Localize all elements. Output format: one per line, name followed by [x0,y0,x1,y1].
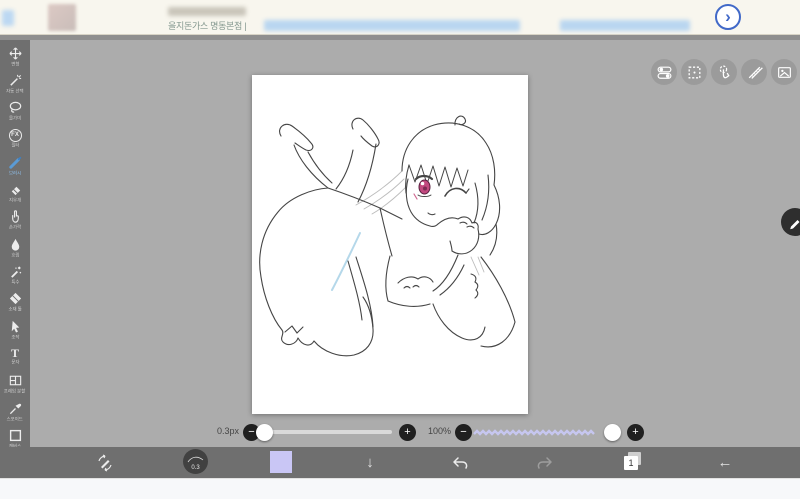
redo-button[interactable] [533,447,557,478]
cursor-arrow-icon [8,319,23,334]
zoom-minus-button[interactable]: − [455,424,472,441]
undo-icon [450,455,470,471]
tool-auto-select[interactable]: 자동 선택 [0,71,30,98]
notification-text: 을지돈가스 명동본점 | [168,19,246,32]
dashed-grid-icon [686,64,703,81]
brush-eraser-toggle-button[interactable] [93,447,117,478]
divider [0,35,800,40]
brush-preview-button[interactable]: 0.3 [183,449,208,474]
blur-drop-icon [8,237,23,252]
back-button[interactable]: ← [713,447,737,478]
tool-eraser[interactable]: 지우개 [0,180,30,207]
ruler-button[interactable] [741,59,767,85]
app-screen: 을지돈가스 명동본점 | › [0,0,800,499]
notification-bar[interactable]: 을지돈가스 명동본점 | › [0,0,800,35]
brush-size-handle[interactable] [256,424,273,441]
tool-lasso[interactable]: 올가미 [0,99,30,126]
tool-palette: 변형 자동 선택 올가미 FX 필터 브러시 지우개 손가락 흐림 [0,40,30,478]
tool-operate[interactable]: 조작 [0,317,30,344]
special-pen-icon [8,264,23,279]
image-icon [776,64,793,81]
system-taskbar [0,478,800,499]
tool-text[interactable]: T 문자 [0,344,30,371]
tool-material[interactable]: 소재 툴 [0,290,30,317]
brush-cycle-icon [95,453,115,473]
stabilizer-toggle-button[interactable] [651,59,677,85]
current-color-swatch[interactable] [270,451,292,473]
masked-title-text [168,7,246,16]
app-bottom-bar: ↓ ← [0,447,800,478]
masked-link-text-2 [560,20,690,31]
brush-size-value: 0.3px [205,426,239,436]
fullscreen-button[interactable]: ↓ [358,447,382,478]
brush-icon [8,155,23,170]
tool-finger[interactable]: 손가락 [0,208,30,235]
eraser-icon [8,182,23,197]
hand-tap-icon [716,64,733,81]
pencil-icon [787,214,800,230]
tool-filter[interactable]: FX 필터 [0,126,30,153]
notification-expand-button[interactable]: › [715,4,741,30]
tool-blur[interactable]: 흐림 [0,235,30,262]
lasso-icon [8,100,23,115]
zoom-slider[interactable] [473,428,621,437]
brush-size-plus-button[interactable]: + [399,424,416,441]
frame-divide-icon [8,373,23,388]
selection-grid-button[interactable] [681,59,707,85]
anime-sketch [252,75,528,414]
text-tool-icon: T [11,347,19,359]
masked-link-text [264,20,520,31]
undo-button[interactable] [448,447,472,478]
layers-button[interactable]: 1 [624,452,644,472]
brush-size-slider[interactable] [258,430,392,434]
gesture-button[interactable] [711,59,737,85]
eyedropper-icon [8,401,23,416]
reference-image-button[interactable] [771,59,797,85]
tool-transform[interactable]: 변형 [0,44,30,71]
ruler-icon [746,64,763,81]
finger-icon [8,209,23,224]
tool-frame-divide[interactable]: 프레임 분할 [0,372,30,399]
material-diamond-icon [8,291,23,306]
redo-icon [535,455,555,471]
magic-wand-icon [8,73,23,88]
tool-eyedropper[interactable]: 스포이드 [0,399,30,426]
drawing-canvas[interactable] [252,75,528,414]
canvas-icon [8,428,23,443]
pen-mode-fab[interactable] [781,208,800,236]
tool-special-pen[interactable]: 특수 [0,262,30,289]
tool-brush-selected[interactable]: 브러시 [0,153,30,180]
transform-icon [8,46,23,61]
zoom-value: 100% [423,426,451,436]
brush-preview-size: 0.3 [191,465,199,471]
fx-icon: FX [9,129,22,142]
zoom-handle[interactable] [604,424,621,441]
masked-icon [2,10,14,26]
toggles-icon [656,64,673,81]
brush-stroke-preview [186,453,205,465]
layer-count-badge: 1 [624,456,638,470]
notification-thumbnail [48,4,76,31]
zoom-plus-button[interactable]: + [627,424,644,441]
